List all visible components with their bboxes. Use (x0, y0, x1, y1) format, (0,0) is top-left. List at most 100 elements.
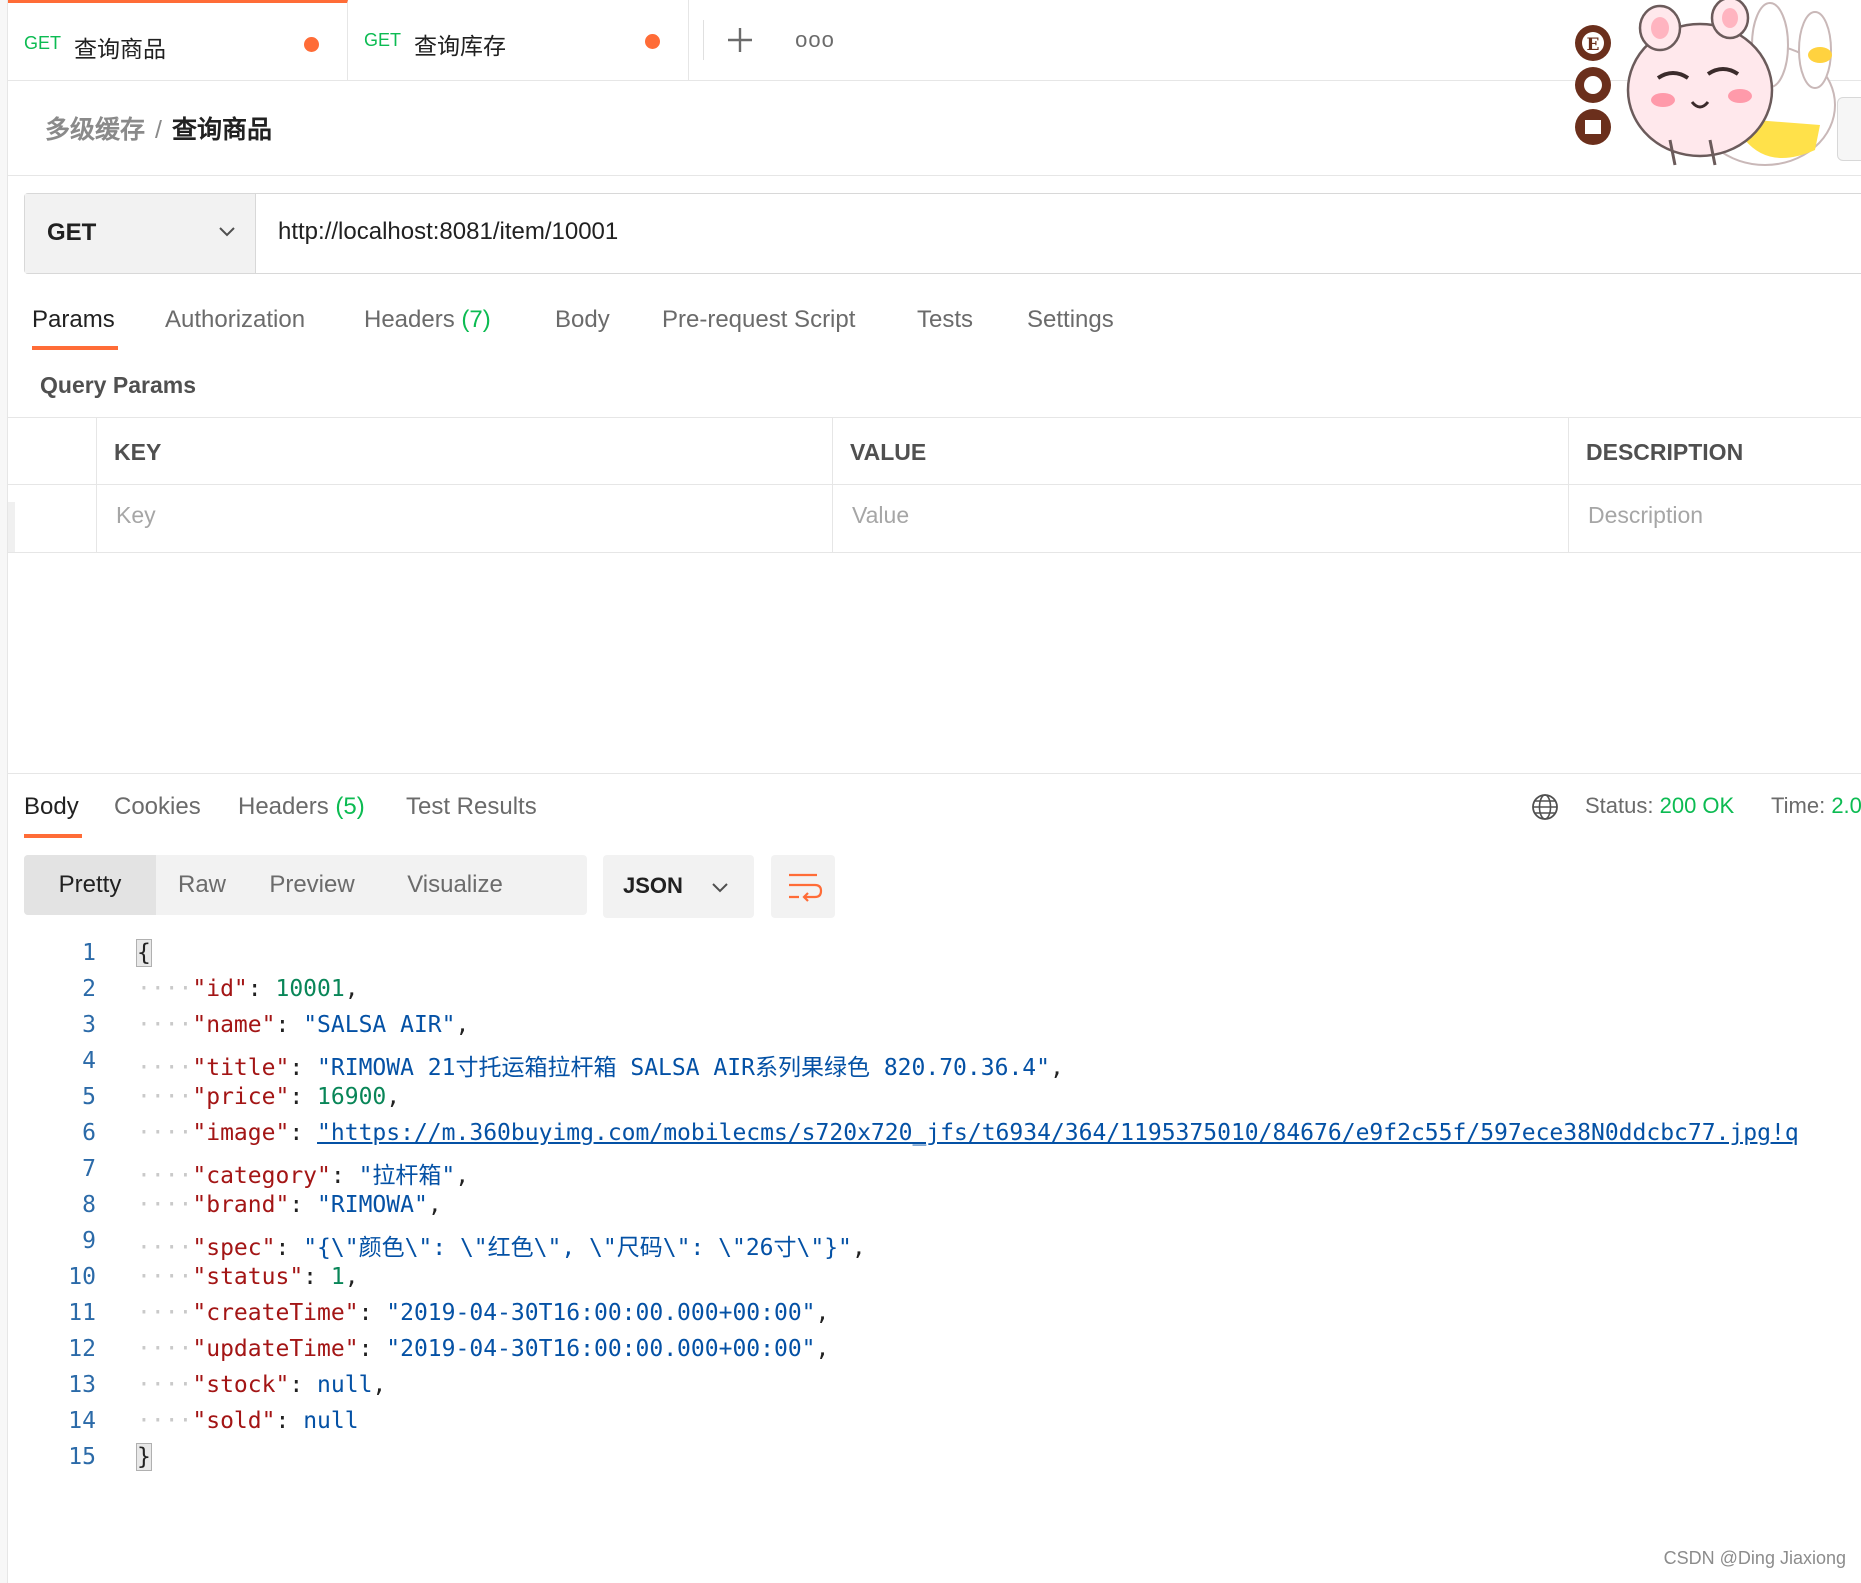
column-divider (832, 418, 833, 552)
json-value: null (303, 1408, 359, 1434)
query-params-table: KEY VALUE DESCRIPTION Key Value Descript… (8, 417, 1861, 553)
json-url-link[interactable]: "https://m.360buyimg.com/mobilecms/s720x… (317, 1120, 1799, 1146)
watermark: CSDN @Ding Jiaxiong (1663, 1548, 1846, 1568)
resp-tab-headers-label: Headers (238, 793, 329, 820)
line-number: 4 (82, 1048, 96, 1074)
json-value: 10001 (275, 976, 345, 1002)
query-params-title: Query Params (40, 372, 196, 398)
json-value: "RIMOWA" (317, 1192, 428, 1218)
resp-tab-body[interactable]: Body (24, 793, 79, 821)
globe-icon[interactable] (1530, 792, 1560, 822)
json-key: "name" (192, 1012, 276, 1038)
line-number: 13 (68, 1372, 96, 1398)
headers-count-badge: (7) (461, 306, 491, 333)
response-time[interactable]: Time: 2.0 (1771, 793, 1861, 819)
json-value: null (317, 1372, 373, 1398)
line-number: 8 (82, 1192, 96, 1218)
url-input[interactable]: http://localhost:8081/item/10001 (278, 218, 618, 246)
response-divider (8, 773, 1861, 774)
column-header-description: DESCRIPTION (1586, 439, 1744, 465)
breadcrumb: 多级缓存 / 查询商品 (45, 110, 272, 146)
tab-prerequest-script[interactable]: Pre-request Script (662, 306, 855, 334)
json-value: 16900 (317, 1084, 387, 1110)
line-number: 9 (82, 1228, 96, 1254)
json-key: "brand" (192, 1192, 290, 1218)
line-number: 11 (68, 1300, 96, 1326)
json-value: "RIMOWA 21寸托运箱拉杆箱 SALSA AIR系列果绿色 820.70.… (317, 1055, 1050, 1081)
tab-query-stock[interactable]: GET 查询库存 (348, 0, 689, 80)
resp-tab-test-results[interactable]: Test Results (406, 793, 537, 821)
json-key: "createTime" (192, 1300, 359, 1326)
tab-settings[interactable]: Settings (1027, 306, 1114, 334)
json-key: "stock" (192, 1372, 290, 1398)
json-open-brace: { (136, 939, 152, 967)
json-value: "{\"颜色\": \"红色\", \"尺码\": \"26寸\"}" (303, 1235, 852, 1261)
unsaved-dot-icon (645, 34, 660, 49)
json-value: "SALSA AIR" (303, 1012, 456, 1038)
line-number: 12 (68, 1336, 96, 1362)
view-preview-button[interactable]: Preview (248, 855, 376, 915)
response-status[interactable]: Status: 200 OK (1585, 793, 1734, 819)
json-key: "image" (192, 1120, 290, 1146)
chevron-down-icon (219, 227, 235, 237)
json-key: "price" (192, 1084, 290, 1110)
column-divider (1568, 418, 1569, 552)
tab-method-label: GET (364, 30, 402, 50)
chevron-down-icon (712, 883, 728, 893)
tab-headers[interactable]: Headers (7) (364, 306, 491, 334)
resp-headers-count-badge: (5) (335, 793, 365, 820)
status-label: Status: (1585, 793, 1654, 818)
resp-tab-headers[interactable]: Headers (5) (238, 793, 365, 821)
more-tabs-ellipsis-icon[interactable]: ooo (793, 20, 837, 60)
tab-authorization[interactable]: Authorization (165, 306, 305, 334)
json-key: "status" (192, 1264, 304, 1290)
format-value: JSON (623, 873, 683, 898)
view-raw-button[interactable]: Raw (156, 855, 248, 915)
word-wrap-button[interactable] (771, 855, 835, 918)
column-divider (96, 418, 97, 552)
view-pretty-button[interactable]: Pretty (24, 855, 156, 915)
tab-params[interactable]: Params (32, 306, 115, 334)
tab-body[interactable]: Body (555, 306, 610, 334)
time-value: 2.0 (1831, 793, 1861, 818)
line-number: 6 (82, 1120, 96, 1146)
column-header-key: KEY (114, 439, 162, 465)
tab-method-label: GET (24, 33, 62, 53)
sticker-letter-e: E (1587, 35, 1600, 55)
active-resp-tab-indicator (24, 834, 82, 838)
response-view-switcher: Pretty Raw Preview Visualize (24, 855, 587, 915)
format-select[interactable]: JSON (603, 855, 754, 918)
json-value: "拉杆箱" (358, 1163, 456, 1189)
line-number: 7 (82, 1156, 96, 1182)
left-sidebar-edge (0, 0, 8, 1583)
row-drag-handle[interactable] (8, 502, 15, 552)
json-value: "2019-04-30T16:00:00.000+00:00" (386, 1336, 816, 1362)
method-select[interactable]: GET (25, 194, 256, 273)
line-number: 5 (82, 1084, 96, 1110)
param-key-input[interactable]: Key (116, 502, 156, 529)
json-key: "category" (192, 1163, 331, 1189)
view-visualize-button[interactable]: Visualize (376, 855, 534, 915)
line-number: 10 (68, 1264, 96, 1290)
new-tab-plus-icon[interactable] (718, 18, 762, 62)
tab-tests[interactable]: Tests (917, 306, 973, 334)
save-button[interactable] (1837, 97, 1861, 161)
json-key: "title" (192, 1055, 290, 1081)
column-header-value: VALUE (850, 439, 927, 465)
unsaved-dot-icon (304, 37, 319, 52)
table-row-divider (8, 484, 1861, 485)
param-description-input[interactable]: Description (1588, 502, 1703, 529)
breadcrumb-collection[interactable]: 多级缓存 (45, 116, 145, 144)
line-number: 3 (82, 1012, 96, 1038)
breadcrumb-request-name[interactable]: 查询商品 (172, 116, 272, 144)
header-divider (8, 175, 1861, 176)
json-key: "spec" (192, 1235, 276, 1261)
status-value: 200 OK (1659, 793, 1735, 818)
url-bar: GET http://localhost:8081/item/10001 (24, 193, 1861, 274)
line-number: 2 (82, 976, 96, 1002)
resp-tab-cookies[interactable]: Cookies (114, 793, 201, 821)
tab-title: 查询商品 (74, 36, 166, 62)
tab-separator (703, 20, 704, 60)
param-value-input[interactable]: Value (852, 502, 909, 529)
tab-query-product[interactable]: GET 查询商品 (8, 0, 348, 80)
